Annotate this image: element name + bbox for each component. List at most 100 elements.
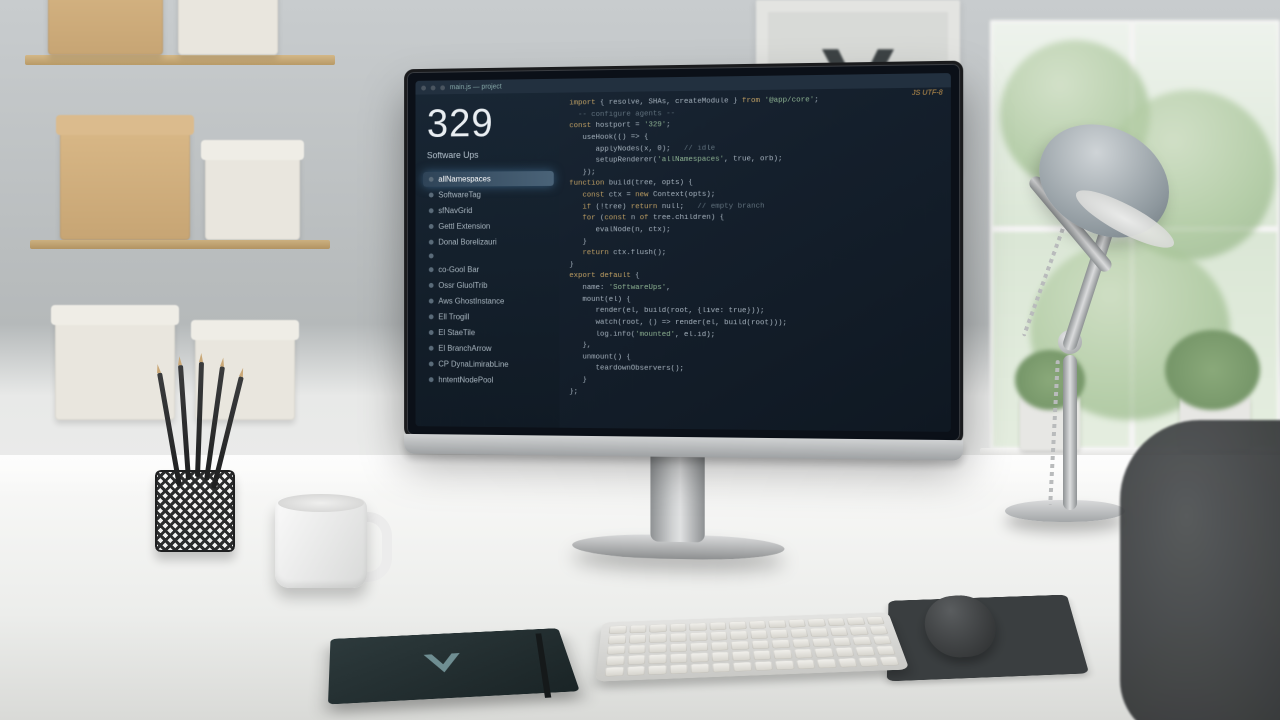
keyboard-key [750, 630, 768, 639]
keyboard-key [791, 639, 810, 648]
sidebar-item[interactable]: El BranchArrow [423, 341, 554, 356]
keyboard-key [849, 626, 869, 635]
bullet-icon [429, 240, 434, 245]
keyboard-key [771, 639, 790, 648]
keyboard-key [829, 627, 848, 636]
keyboard-key [628, 645, 646, 654]
keyboard-key [858, 657, 879, 667]
keyboard-key [775, 660, 795, 670]
keyboard-key [731, 641, 749, 650]
bullet-icon [429, 208, 434, 213]
keyboard-key [809, 628, 828, 637]
keyboard-key [609, 625, 627, 634]
desk-lamp-pole [1063, 355, 1077, 510]
window-title: main.js — project [450, 83, 502, 91]
sidebar-item-label: Donal Borelizauri [438, 238, 496, 247]
office-chair [1120, 420, 1280, 720]
sidebar-item[interactable]: El StaeTile [423, 325, 554, 340]
keyboard-key [628, 634, 646, 643]
keyboard-key [710, 632, 728, 641]
code-line: }; [569, 387, 940, 402]
keyboard-key [669, 643, 687, 652]
bullet-icon [429, 361, 434, 366]
keyboard-key [689, 623, 706, 632]
keyboard-key [879, 656, 900, 666]
keyboard-key [605, 666, 624, 676]
window-control-icon [421, 85, 426, 90]
window-control-icon [440, 85, 445, 90]
keyboard-key [669, 633, 686, 642]
sidebar-item[interactable]: SoftwareTag [423, 187, 554, 203]
monitor-bezel: main.js — project JS UTF-8 329 Software … [404, 61, 963, 445]
plant [1165, 330, 1260, 410]
keyboard-key [691, 663, 710, 673]
keyboard-key [733, 662, 752, 672]
bullet-icon [429, 283, 434, 288]
keyboard-key [710, 641, 728, 650]
window-control-icon [431, 85, 436, 90]
keyboard-key [669, 623, 686, 632]
keyboard-key [837, 658, 857, 668]
keyboard-key [626, 666, 645, 676]
bullet-icon [429, 193, 434, 198]
keyboard-key [729, 621, 747, 630]
keyboard-key [846, 617, 865, 626]
sidebar-item-label: El StaeTile [438, 328, 475, 337]
keyboard-key [788, 619, 807, 628]
sidebar-item-label: Aws GhostInstance [438, 297, 504, 306]
sidebar-item-label: sfNavGrid [438, 206, 472, 215]
keyboard-key [872, 636, 892, 645]
sidebar-item-label: El BranchArrow [438, 344, 491, 353]
sidebar-item-label: Ossr GluolTrib [438, 281, 487, 290]
sidebar-item[interactable]: Donal Borelizauri [423, 234, 554, 249]
keyboard-key [814, 648, 834, 658]
keyboard-key [669, 653, 687, 663]
sidebar-item[interactable]: CP DynaLimirabLine [423, 357, 554, 373]
code-line: } [569, 259, 940, 271]
pencil-cup [155, 470, 235, 552]
keyboard-key [648, 665, 666, 675]
keyboard-key [627, 655, 645, 665]
v-logo-icon [419, 649, 469, 678]
bullet-icon [429, 299, 434, 304]
sidebar-item-label: hntentNodePool [438, 375, 493, 384]
keyboard-key [629, 625, 647, 634]
keyboard-key [754, 661, 773, 671]
sidebar-item[interactable]: sfNavGrid [423, 203, 554, 218]
sidebar-item[interactable] [423, 250, 554, 261]
code-line: return ctx.flush(); [569, 248, 940, 260]
bullet-icon [429, 253, 434, 258]
keyboard-key [875, 646, 896, 655]
sidebar-item[interactable]: Ell Trogill [423, 309, 554, 324]
keyboard-key [768, 620, 786, 629]
keyboard-key [751, 640, 770, 649]
sidebar-item-label: allNamespaces [438, 174, 490, 183]
keyboard-key [648, 654, 666, 664]
keyboard-key [649, 644, 667, 653]
code-line: render(el, build(root, {live: true})); [569, 306, 940, 319]
keyboard-key [732, 651, 751, 661]
code-line: name: 'SoftwareUps', [569, 283, 940, 295]
bullet-icon [429, 177, 434, 182]
sidebar-item[interactable]: co-Gool Bar [423, 262, 554, 277]
bullet-icon [429, 224, 434, 229]
sidebar-item[interactable]: Gettl Extension [423, 219, 554, 234]
keyboard-key [607, 645, 625, 654]
bullet-icon [429, 377, 434, 382]
keyboard-key [649, 634, 666, 643]
keyboard-key [669, 664, 687, 674]
sidebar-item[interactable]: Aws GhostInstance [423, 294, 554, 309]
editor-screen: main.js — project JS UTF-8 329 Software … [415, 73, 950, 432]
code-line: } [569, 236, 940, 249]
keyboard-key [793, 649, 813, 659]
sidebar-item[interactable]: hntentNodePool [423, 372, 554, 388]
sidebar-label: Software Ups [427, 149, 550, 160]
keyboard-key [690, 642, 708, 651]
keyboard-key [730, 631, 748, 640]
keyboard-key [855, 646, 875, 656]
keyboard-key [789, 629, 808, 638]
sidebar-item[interactable]: allNamespaces [423, 171, 554, 187]
keyboard-key [748, 620, 766, 629]
keyboard-key [865, 616, 884, 625]
sidebar-item[interactable]: Ossr GluolTrib [423, 278, 554, 293]
